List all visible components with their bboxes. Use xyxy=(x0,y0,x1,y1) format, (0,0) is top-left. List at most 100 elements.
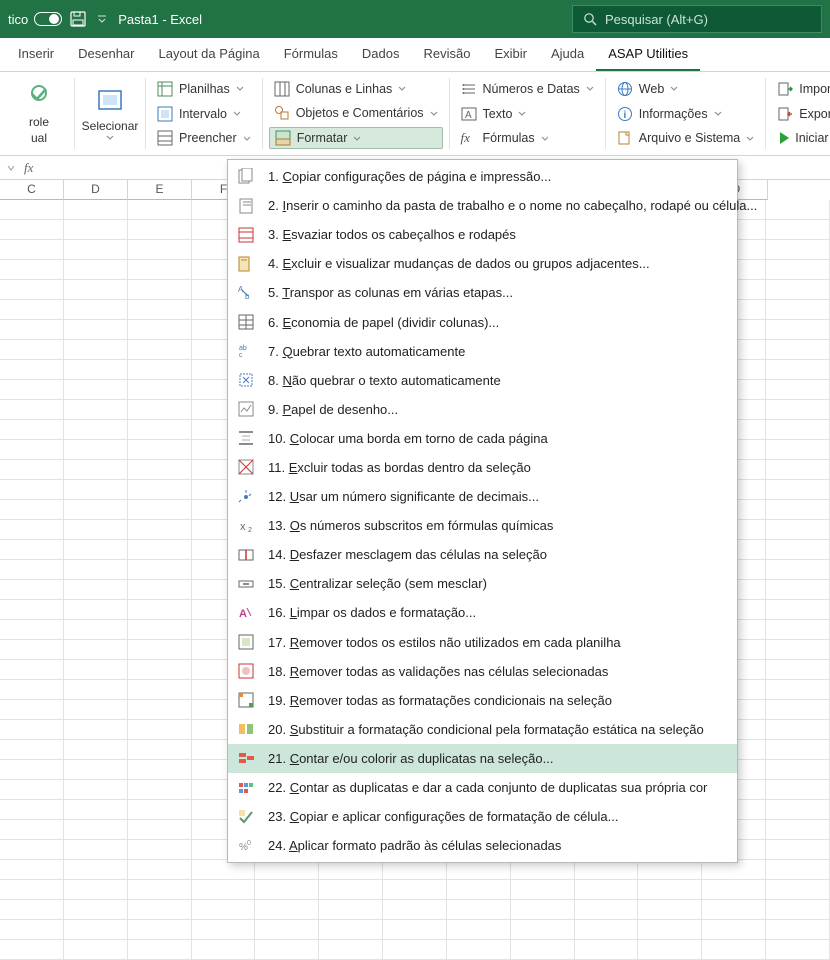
cell[interactable] xyxy=(64,940,128,959)
cell[interactable] xyxy=(128,260,192,279)
cell[interactable] xyxy=(0,820,64,839)
cell[interactable] xyxy=(64,300,128,319)
cell[interactable] xyxy=(128,540,192,559)
cell[interactable] xyxy=(383,920,447,939)
cell[interactable] xyxy=(0,340,64,359)
cell[interactable] xyxy=(702,920,766,939)
web-button[interactable]: Web xyxy=(612,78,759,100)
selecionar-button[interactable]: Selecionar xyxy=(81,85,139,142)
cell[interactable] xyxy=(702,940,766,959)
cell[interactable] xyxy=(0,280,64,299)
cell[interactable] xyxy=(0,540,64,559)
menu-item-22[interactable]: 22. Contar as duplicatas e dar a cada co… xyxy=(228,773,737,802)
cell[interactable] xyxy=(128,860,192,879)
column-header[interactable]: C xyxy=(0,180,64,200)
cell[interactable] xyxy=(0,580,64,599)
cell[interactable] xyxy=(128,240,192,259)
cell[interactable] xyxy=(64,760,128,779)
cell[interactable] xyxy=(766,280,830,299)
tab-dados[interactable]: Dados xyxy=(350,38,412,71)
cell[interactable] xyxy=(128,300,192,319)
cell[interactable] xyxy=(766,580,830,599)
cell[interactable] xyxy=(128,520,192,539)
cell[interactable] xyxy=(0,420,64,439)
cell[interactable] xyxy=(64,520,128,539)
cell[interactable] xyxy=(192,880,256,899)
numeros-datas-button[interactable]: Números e Datas xyxy=(456,78,599,100)
cell[interactable] xyxy=(128,840,192,859)
texto-button[interactable]: ATexto xyxy=(456,103,599,125)
cell[interactable] xyxy=(64,880,128,899)
cell[interactable] xyxy=(0,560,64,579)
cell[interactable] xyxy=(128,940,192,959)
cell[interactable] xyxy=(0,240,64,259)
cell[interactable] xyxy=(64,860,128,879)
cell[interactable] xyxy=(128,500,192,519)
cell[interactable] xyxy=(766,860,830,879)
cell[interactable] xyxy=(64,560,128,579)
cell[interactable] xyxy=(64,280,128,299)
cell[interactable] xyxy=(0,720,64,739)
cell[interactable] xyxy=(128,580,192,599)
objetos-button[interactable]: Objetos e Comentários xyxy=(269,103,443,125)
cell[interactable] xyxy=(766,560,830,579)
cell[interactable] xyxy=(0,800,64,819)
cell[interactable] xyxy=(638,920,702,939)
cell[interactable] xyxy=(511,940,575,959)
intervalo-button[interactable]: Intervalo xyxy=(152,103,256,125)
cell[interactable] xyxy=(0,480,64,499)
cell[interactable] xyxy=(0,900,64,919)
menu-item-24[interactable]: %024. Aplicar formato padrão às células … xyxy=(228,831,737,860)
cell[interactable] xyxy=(0,360,64,379)
importar-button[interactable]: Importar xyxy=(772,78,830,100)
menu-item-6[interactable]: 6. Economia de papel (dividir colunas)..… xyxy=(228,307,737,336)
formulas-button[interactable]: fxFórmulas xyxy=(456,127,599,149)
cell[interactable] xyxy=(319,900,383,919)
cell[interactable] xyxy=(192,940,256,959)
cell[interactable] xyxy=(447,900,511,919)
cell[interactable] xyxy=(511,920,575,939)
cell[interactable] xyxy=(0,880,64,899)
cell[interactable] xyxy=(255,920,319,939)
cell[interactable] xyxy=(128,620,192,639)
cell[interactable] xyxy=(383,880,447,899)
cell[interactable] xyxy=(0,760,64,779)
preencher-button[interactable]: Preencher xyxy=(152,127,256,149)
cell[interactable] xyxy=(0,260,64,279)
cell[interactable] xyxy=(64,400,128,419)
cell[interactable] xyxy=(128,740,192,759)
cell[interactable] xyxy=(702,880,766,899)
cell[interactable] xyxy=(128,380,192,399)
cell[interactable] xyxy=(766,420,830,439)
cell[interactable] xyxy=(128,700,192,719)
cell[interactable] xyxy=(766,300,830,319)
cell[interactable] xyxy=(64,220,128,239)
cell[interactable] xyxy=(64,900,128,919)
customize-qat-icon[interactable] xyxy=(94,11,110,27)
cell[interactable] xyxy=(0,460,64,479)
colunas-linhas-button[interactable]: Colunas e Linhas xyxy=(269,78,443,100)
cell[interactable] xyxy=(64,920,128,939)
cell[interactable] xyxy=(766,780,830,799)
menu-item-9[interactable]: 9. Papel de desenho... xyxy=(228,395,737,424)
cell[interactable] xyxy=(766,800,830,819)
cell[interactable] xyxy=(0,200,64,219)
exportar-button[interactable]: Exportar xyxy=(772,103,830,125)
cell[interactable] xyxy=(766,480,830,499)
cell[interactable] xyxy=(64,420,128,439)
cell[interactable] xyxy=(0,660,64,679)
cell[interactable] xyxy=(766,460,830,479)
cell[interactable] xyxy=(0,840,64,859)
cell[interactable] xyxy=(128,400,192,419)
cell[interactable] xyxy=(128,880,192,899)
menu-item-13[interactable]: x213. Os números subscritos em fórmulas … xyxy=(228,511,737,540)
cell[interactable] xyxy=(447,920,511,939)
cell[interactable] xyxy=(64,820,128,839)
cell[interactable] xyxy=(766,660,830,679)
cell[interactable] xyxy=(638,940,702,959)
cell[interactable] xyxy=(0,860,64,879)
cell[interactable] xyxy=(128,920,192,939)
cell[interactable] xyxy=(64,480,128,499)
menu-item-11[interactable]: 11. Excluir todas as bordas dentro da se… xyxy=(228,453,737,482)
menu-item-17[interactable]: 17. Remover todos os estilos não utiliza… xyxy=(228,628,737,657)
